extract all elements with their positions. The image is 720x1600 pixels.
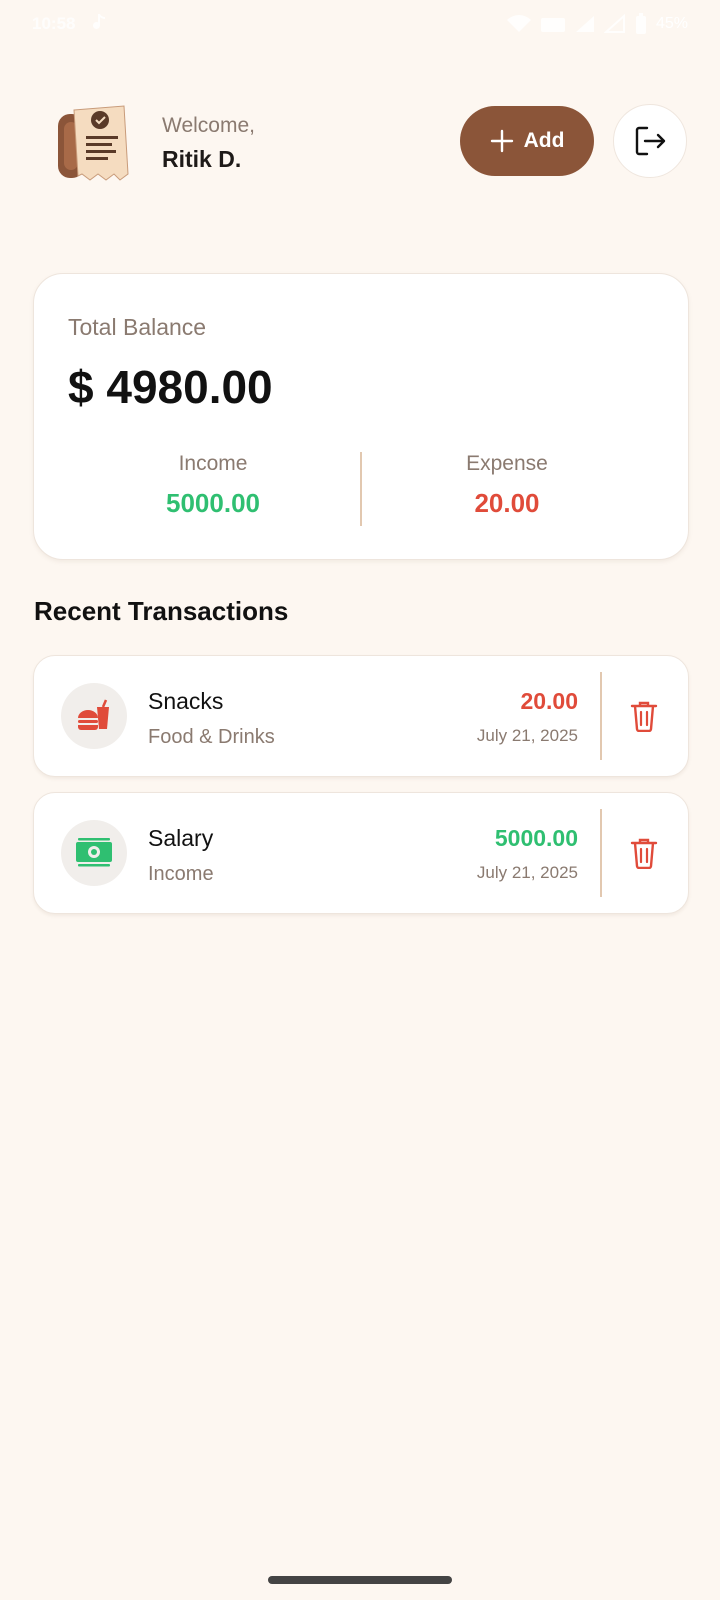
expense-value: 20.00	[474, 488, 540, 518]
header: Welcome, Ritik D. Add	[0, 96, 720, 196]
transaction-name: Salary	[148, 825, 214, 851]
transaction-amount: 5000.00	[494, 825, 578, 851]
transaction-amount: 20.00	[520, 688, 578, 714]
status-icons: 45%	[506, 13, 688, 35]
delete-button[interactable]	[614, 823, 674, 883]
transaction-item[interactable]: Salary Income 5000.00 July 21, 2025	[33, 792, 689, 914]
signal-strength-icon	[575, 16, 594, 32]
transaction-icon-wrap	[61, 683, 127, 749]
delete-button[interactable]	[614, 686, 674, 746]
wifi-icon	[506, 15, 531, 32]
user-name: Ritik D.	[162, 146, 242, 172]
logout-button[interactable]	[613, 104, 687, 178]
income-label: Income	[178, 452, 248, 475]
expense-stat: Expense 20.00	[362, 452, 652, 519]
income-value: 5000.00	[166, 488, 260, 518]
status-bar: 10:58 45%	[0, 0, 720, 50]
receipt-logo-icon	[58, 105, 129, 181]
welcome-text: Welcome,	[162, 114, 255, 137]
income-stat: Income 5000.00	[68, 452, 358, 519]
battery-percent: 45%	[655, 15, 688, 32]
transaction-divider	[600, 672, 602, 760]
add-button-label: Add	[523, 129, 565, 152]
trash-icon	[630, 701, 658, 732]
balance-card: Total Balance $ 4980.00 Income 5000.00 E…	[33, 273, 689, 560]
transaction-category: Food & Drinks	[148, 726, 275, 748]
plus-icon	[490, 129, 513, 153]
transaction-item[interactable]: Snacks Food & Drinks 20.00 July 21, 2025	[33, 655, 689, 777]
logout-icon	[635, 126, 666, 156]
signal-strength-2-icon	[603, 14, 625, 33]
expense-label: Expense	[466, 452, 548, 475]
transaction-divider	[600, 809, 602, 897]
battery-icon	[635, 13, 646, 34]
music-note-icon	[93, 14, 105, 29]
home-indicator[interactable]	[268, 1576, 452, 1584]
transaction-name: Snacks	[148, 688, 224, 714]
transaction-icon-wrap	[61, 820, 127, 886]
section-title: Recent Transactions	[34, 596, 289, 626]
total-balance-label: Total Balance	[68, 314, 207, 340]
trash-icon	[630, 838, 658, 869]
add-button[interactable]: Add	[460, 106, 594, 176]
burger-soda-icon	[78, 699, 109, 730]
transaction-category: Income	[148, 863, 214, 885]
money-icon	[76, 838, 112, 867]
status-time: 10:58	[32, 14, 76, 33]
total-balance-value: $ 4980.00	[68, 361, 273, 413]
transaction-date: July 21, 2025	[476, 863, 578, 882]
transaction-date: July 21, 2025	[476, 726, 578, 745]
signal-icon	[540, 18, 565, 32]
